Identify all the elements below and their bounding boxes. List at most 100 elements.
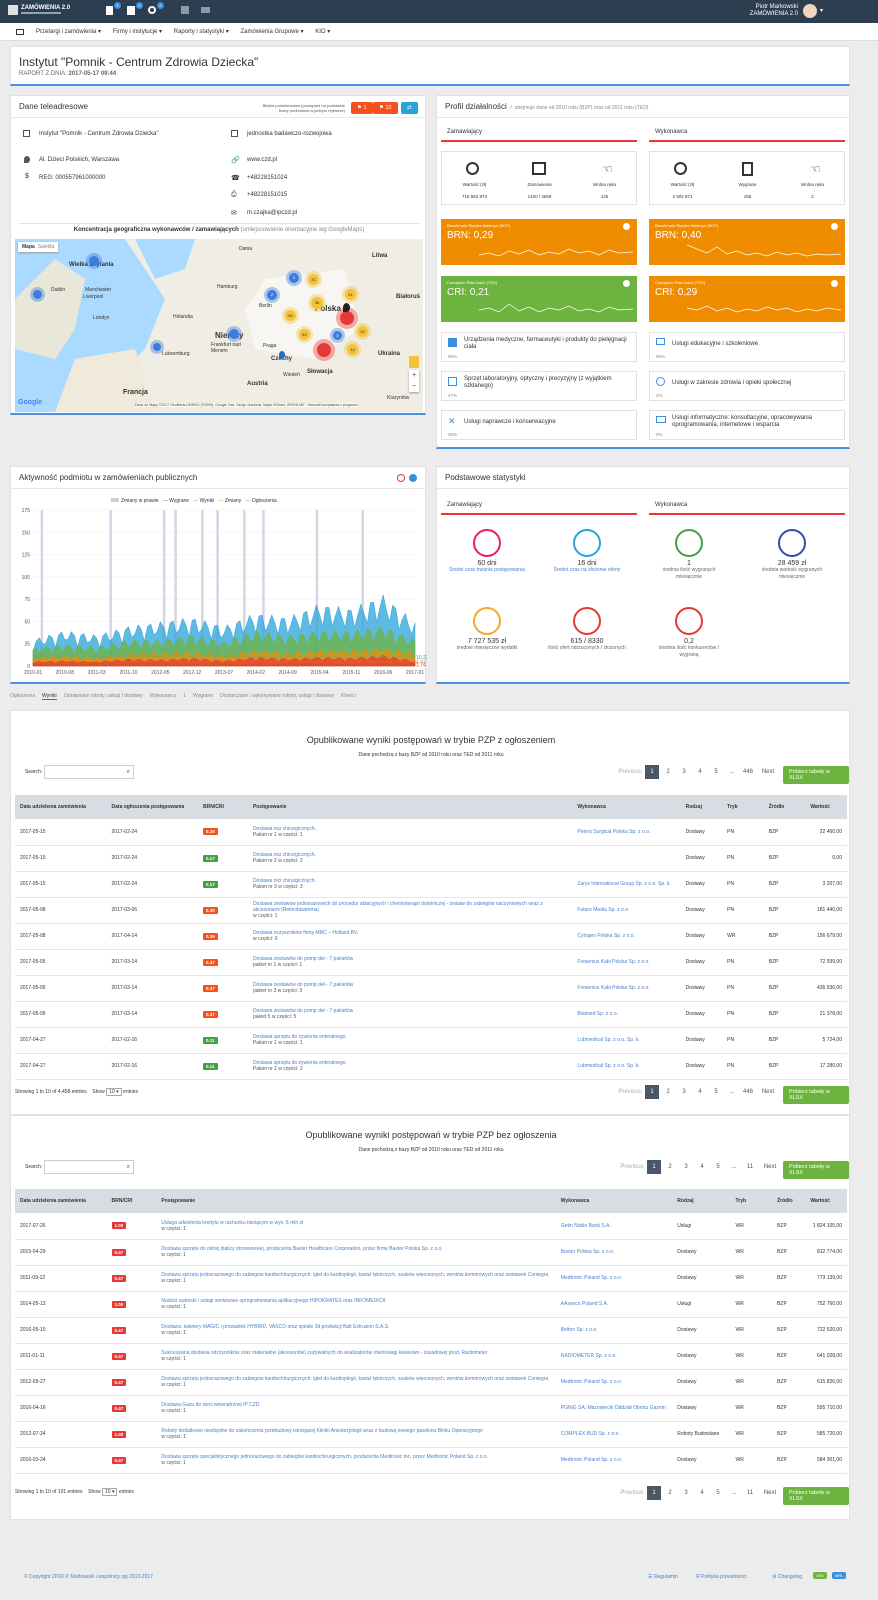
contractor-link[interactable]: AAsseco Poland S.A. — [555, 1291, 673, 1318]
column-header[interactable]: Data udzielenia zamówienia — [15, 1189, 107, 1213]
map-cluster[interactable] — [229, 329, 239, 339]
table-row[interactable]: 2017-05-08 2017-03-06 0.38 Dostawa zestawów… — [15, 897, 847, 924]
map-cluster[interactable] — [33, 290, 42, 299]
contractor-link[interactable]: Getin Noble Bank S.A. — [555, 1213, 673, 1240]
contractor-link[interactable]: Bialmed Sp. z o.o. — [572, 1001, 681, 1028]
column-header[interactable]: Źródło — [763, 795, 806, 819]
nav-firmy[interactable]: Firmy i instytucje ▾ — [113, 23, 162, 41]
contractor-link[interactable]: Fresenius Kabi Polska Sp. z o.o. — [572, 949, 681, 976]
location-pin-icon[interactable] — [279, 351, 285, 359]
category-box[interactable]: Usługi edukacyjne i szkoleniowe 95% — [649, 332, 845, 362]
table-row[interactable]: 2012-07-24 1.00 Roboty dodatkowe niezbędne… — [15, 1421, 847, 1448]
table-row[interactable]: 2017-04-27 2017-02-16 0.11 Dostawa sprzętu … — [15, 1027, 847, 1054]
map-cluster[interactable] — [89, 256, 99, 266]
contractor-link[interactable]: Baxter Polska Sp. z o.o. — [555, 1239, 673, 1266]
table-row[interactable]: 2016-05-10 0.47 Dostawa: katetery MAGIC i … — [15, 1317, 847, 1344]
procedure-cell[interactable]: Dostawa zestawów jednorazowych do proced… — [247, 897, 573, 924]
procedure-cell[interactable]: Sukcesywna dostawa odczynników oraz mate… — [156, 1343, 556, 1370]
contractor-link[interactable]: Lubmedical Sp. z o.o. Sp. k. — [572, 1027, 681, 1054]
contractor-link[interactable]: Cytogen Polska Sp. z o.o. — [572, 923, 681, 950]
column-header[interactable]: Źródło — [772, 1189, 806, 1213]
contractor-link[interactable]: Belton Sp. z o.o. — [555, 1317, 673, 1344]
tab-zamawiane[interactable]: Zamawiane roboty, usługi / dostawy — [64, 693, 143, 699]
column-header[interactable]: Rodzaj — [680, 795, 723, 819]
table-row[interactable]: 2017-04-27 2017-02-16 0.11 Dostawa sprzętu … — [15, 1053, 847, 1080]
contractor-link[interactable]: RADIOMETER Sp. z o.o. — [555, 1343, 673, 1370]
map-cluster[interactable]: 31 — [308, 274, 319, 285]
tab-zamawiajacy[interactable]: Zamawiający — [441, 497, 637, 515]
map-type-tabs[interactable]: Mapa Satelita — [18, 242, 59, 252]
xlsx-download-button[interactable]: Pobierz tabelę w XLSX — [783, 1161, 849, 1179]
contractor-link[interactable] — [572, 845, 681, 872]
map-cluster[interactable]: 38 — [311, 297, 323, 309]
procedure-cell[interactable]: Dostawa sprzętu specjalistycznego jednor… — [156, 1447, 556, 1474]
table-row[interactable]: 2017-05-05 2017-03-14 0.37 Dostawa zestawów… — [15, 1001, 847, 1028]
tab-wykonawca[interactable]: Wykonawca — [649, 497, 845, 515]
procedure-cell[interactable]: Usługa udzielenia kredytu w rachunku bie… — [156, 1213, 556, 1240]
footer-link-privacy[interactable]: ⛨ Polityka prywatności — [696, 1574, 746, 1580]
stat-item[interactable]: 16 dni Średni czas na złożenie oferty — [547, 529, 627, 574]
zoom-controls[interactable]: + − — [409, 370, 419, 392]
category-box[interactable]: Urządzenia medyczne, farmaceutyki i prod… — [441, 332, 637, 362]
contractor-link[interactable]: Fresenius Kabi Polska Sp. z o.o. — [572, 975, 681, 1002]
column-header[interactable]: Rodzaj — [672, 1189, 731, 1213]
procedure-cell[interactable]: Dostawa oczyszników firmy MRC – Holland … — [247, 923, 573, 950]
procedure-cell[interactable]: Dostawa sprzętu do żywienia enteralnego P… — [247, 1053, 573, 1080]
search-icon[interactable]: ⌕ — [127, 1164, 130, 1171]
procedure-cell[interactable]: Roboty dodatkowe niezbędne do zakończeni… — [156, 1421, 556, 1448]
history-icon[interactable] — [201, 7, 210, 13]
procedure-cell[interactable]: Dostawa Gazu do sieci wewnętrznej IP CZD… — [156, 1395, 556, 1422]
map-cluster[interactable] — [340, 311, 354, 325]
home-icon[interactable] — [181, 6, 189, 14]
street-view-icon[interactable] — [409, 356, 419, 368]
page-size-select[interactable]: 10 ▾ — [102, 1488, 118, 1496]
column-header[interactable]: BRN/CRI — [198, 795, 248, 819]
table-row[interactable]: 2017-05-15 2017-02-24 0.17 Dostawa nici chi… — [15, 845, 847, 872]
column-header[interactable]: Postępowanie — [156, 1189, 556, 1213]
contractor-link[interactable]: Medtronic Poland Sp. z o.o. — [555, 1369, 673, 1396]
monitor-icon[interactable] — [16, 29, 24, 35]
help-icon[interactable] — [831, 280, 838, 287]
xlsx-download-button[interactable]: Pobierz tabelę w XLSX — [783, 766, 849, 784]
table-row[interactable]: 2017-05-05 2017-03-14 0.37 Dostawa zestawów… — [15, 949, 847, 976]
column-header[interactable]: Wartość — [805, 795, 847, 819]
procedure-link[interactable]: Dostawa zestawów jednorazowych do proced… — [253, 901, 567, 913]
help-icon[interactable] — [623, 223, 630, 230]
column-header[interactable]: BRN/CRI — [106, 1189, 157, 1213]
footer-link-changelog[interactable]: ⚙ Changelog — [772, 1574, 802, 1580]
document-icon[interactable] — [106, 6, 113, 15]
stat-item[interactable]: 60 dni Średni czas trwania postępowania — [447, 529, 527, 574]
chevron-down-icon[interactable]: ▾ — [820, 7, 823, 14]
procedure-cell[interactable]: Nadzór autorski i usługi serwisowe oprog… — [156, 1291, 556, 1318]
procedure-cell[interactable]: Dostawa sprzętu jednorazowego do zabiegó… — [156, 1265, 556, 1292]
map-cluster[interactable] — [317, 343, 331, 357]
procedure-link[interactable]: Dostawa sprzętu jednorazowego do zabiegó… — [161, 1272, 550, 1278]
column-header[interactable]: Tryb — [730, 1189, 773, 1213]
category-box[interactable]: Sprzęt laboratoryjny, optyczny i precyzy… — [441, 371, 637, 401]
contractor-link[interactable]: Zarys International Group Sp. z o.o. Sp.… — [572, 871, 681, 898]
map-cluster[interactable]: 41 — [345, 289, 356, 300]
help-icon[interactable] — [409, 474, 417, 482]
contact-email[interactable]: m.czajka@ipczd.pl — [247, 210, 297, 216]
clipboard-icon[interactable] — [127, 6, 135, 15]
map-cluster[interactable]: 2 — [289, 273, 299, 283]
xlsx-download-button[interactable]: Pobierz tabelę w XLSX — [783, 1086, 849, 1104]
contractor-link[interactable]: PGNiG SA, Mazowiecki Oddział Obrotu Gaze… — [555, 1395, 673, 1422]
map-cluster[interactable]: 5 — [333, 331, 342, 340]
table-row[interactable]: 2017-05-15 2017-02-24 0.17 Dostawa nici chi… — [15, 871, 847, 898]
related-button-12[interactable]: ⚑ 12 — [373, 102, 398, 114]
tab-wyniki[interactable]: Wyniki — [41, 693, 57, 700]
help-icon[interactable] — [623, 280, 630, 287]
table-row[interactable]: 2017-05-08 2017-04-14 0.39 Dostawa oczyszni… — [15, 923, 847, 950]
table-row[interactable]: 2011-01-11 0.47 Sukcesywna dostawa odczynn… — [15, 1343, 847, 1370]
map-cluster[interactable]: 24 — [357, 326, 368, 337]
procedure-cell[interactable]: Dostawa: katetery MAGIC i prowadnik HYBR… — [156, 1317, 556, 1344]
nav-grupowe[interactable]: Zamówienia Grupowe ▾ — [240, 23, 303, 41]
help-icon[interactable] — [831, 223, 838, 230]
map-cluster[interactable]: 83 — [299, 329, 310, 340]
procedure-cell[interactable]: Dostawa nici chirurgicznych. Pakiet nr 2 … — [247, 845, 573, 872]
column-header[interactable]: Wykonawca — [572, 795, 681, 819]
contractor-link[interactable]: Peters Surgical Polska Sp. z o.o. — [572, 819, 681, 846]
column-header[interactable]: Wartość — [805, 1189, 847, 1213]
contact-www[interactable]: www.czd.pl — [247, 157, 277, 163]
